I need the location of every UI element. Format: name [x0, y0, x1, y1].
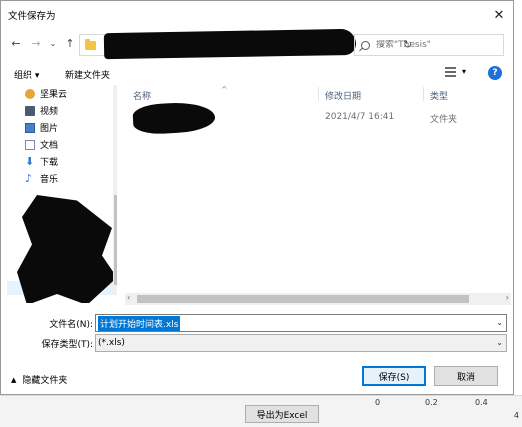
filename-value[interactable]: 计划开始时间表.xls [98, 315, 181, 331]
sidebar-item-documents[interactable]: 文档 [7, 136, 117, 153]
scroll-left-icon[interactable]: ‹ [127, 293, 130, 302]
redacted-path [103, 28, 357, 60]
dialog-footer: ▲ 隐藏文件夹 保存(S) 取消 [1, 357, 513, 395]
jianguoyun-icon [25, 88, 35, 99]
chevron-up-icon: ▲ [11, 375, 17, 384]
axis-tick: 0.4 [475, 398, 488, 407]
folder-icon [85, 38, 96, 50]
sidebar-item-music[interactable]: ♪ 音乐 [7, 170, 117, 187]
column-divider[interactable] [318, 87, 319, 101]
view-options-icon[interactable] [445, 67, 456, 78]
pictures-icon [25, 122, 35, 133]
search-input[interactable] [376, 40, 486, 50]
sidebar-scroll-thumb[interactable] [114, 195, 117, 285]
file-list: 名称 ^ 修改日期 类型 2021/4/7 16:41 文件夹 ‹ › [125, 85, 511, 305]
axis-tick: 0 [375, 398, 381, 407]
filetype-row: 保存类型(T): (*.xls) ⌄ [1, 334, 513, 352]
filename-dropdown-icon[interactable]: ⌄ [496, 318, 503, 327]
column-header-type[interactable]: 类型 [430, 89, 448, 102]
filetype-dropdown-icon[interactable]: ⌄ [496, 338, 503, 347]
cancel-button[interactable]: 取消 [434, 366, 498, 386]
search-icon [361, 40, 370, 50]
sidebar-item-label: 音乐 [40, 175, 59, 185]
navigation-pane: 坚果云 视频 图片 文档 ⬇ 下载 ♪ 音乐 [7, 85, 117, 303]
dialog-title: 文件保存为 [8, 11, 56, 22]
close-button[interactable]: ✕ [491, 7, 507, 23]
new-folder-button[interactable]: 新建文件夹 [65, 68, 110, 81]
redacted-folder-name [132, 100, 216, 136]
save-file-dialog: 文件保存为 ✕ ← → ⌄ ↑ ⌄ ↻ 组织 ▾ 新建文件夹 ▾ ? 坚果云 [0, 0, 514, 395]
search-box[interactable] [354, 34, 504, 56]
sidebar-item-label: 图片 [40, 124, 59, 134]
filetype-value: (*.xls) [98, 338, 125, 348]
dialog-titlebar: 文件保存为 ✕ [1, 1, 513, 29]
export-excel-button[interactable]: 导出为Excel [245, 405, 319, 423]
sidebar-item-pictures[interactable]: 图片 [7, 119, 117, 136]
organize-menu[interactable]: 组织 ▾ [14, 68, 39, 81]
horizontal-scroll-thumb[interactable] [137, 295, 469, 303]
redacted-sidebar-items [17, 195, 117, 303]
row-modified-date: 2021/4/7 16:41 [325, 112, 395, 122]
forward-arrow-icon[interactable]: → [29, 37, 43, 50]
download-icon: ⬇ [25, 154, 35, 168]
axis-tick-right: 4 [513, 411, 519, 420]
address-bar[interactable]: ⌄ ↻ [79, 28, 412, 60]
column-header-modified[interactable]: 修改日期 [325, 89, 361, 102]
filetype-select[interactable]: (*.xls) ⌄ [95, 334, 507, 352]
video-icon [25, 105, 35, 116]
filename-label: 文件名(N): [49, 320, 93, 330]
sidebar-item-videos[interactable]: 视频 [7, 102, 117, 119]
view-dropdown-icon[interactable]: ▾ [462, 67, 466, 76]
filename-input[interactable]: 计划开始时间表.xls ⌄ [95, 314, 507, 332]
sort-ascending-icon: ^ [221, 85, 228, 94]
row-type: 文件夹 [430, 115, 458, 125]
background-axis-ticks: 0 0.2 0.4 [370, 398, 510, 410]
sidebar-item-label: 视频 [40, 107, 59, 117]
recent-locations-icon[interactable]: ⌄ [46, 39, 60, 48]
help-icon[interactable]: ? [488, 66, 502, 80]
axis-tick: 0.2 [425, 398, 438, 407]
filename-row: 文件名(N): 计划开始时间表.xls ⌄ [1, 314, 513, 332]
sidebar-scrollbar[interactable] [113, 85, 117, 295]
sidebar-item-label: 下载 [40, 158, 59, 168]
sidebar-item-jianguoyun[interactable]: 坚果云 [7, 85, 117, 102]
scroll-right-icon[interactable]: › [506, 293, 509, 302]
filetype-label: 保存类型(T): [41, 340, 93, 350]
column-header-name[interactable]: 名称 [133, 89, 151, 102]
navigation-bar: ← → ⌄ ↑ ⌄ ↻ [1, 28, 513, 60]
hide-folders-toggle[interactable]: ▲ 隐藏文件夹 [11, 373, 68, 387]
save-button[interactable]: 保存(S) [362, 366, 426, 386]
up-folder-icon[interactable]: ↑ [63, 37, 77, 50]
sidebar-item-label: 文档 [40, 141, 59, 151]
hide-folders-label: 隐藏文件夹 [22, 376, 68, 386]
sidebar-item-downloads[interactable]: ⬇ 下载 [7, 153, 117, 170]
command-toolbar: 组织 ▾ 新建文件夹 ▾ ? [1, 63, 513, 85]
documents-icon [25, 139, 35, 150]
back-arrow-icon[interactable]: ← [9, 37, 23, 50]
sidebar-item-label: 坚果云 [40, 90, 68, 100]
music-icon: ♪ [25, 171, 33, 185]
column-divider[interactable] [423, 87, 424, 101]
horizontal-scrollbar[interactable]: ‹ › [125, 293, 511, 305]
